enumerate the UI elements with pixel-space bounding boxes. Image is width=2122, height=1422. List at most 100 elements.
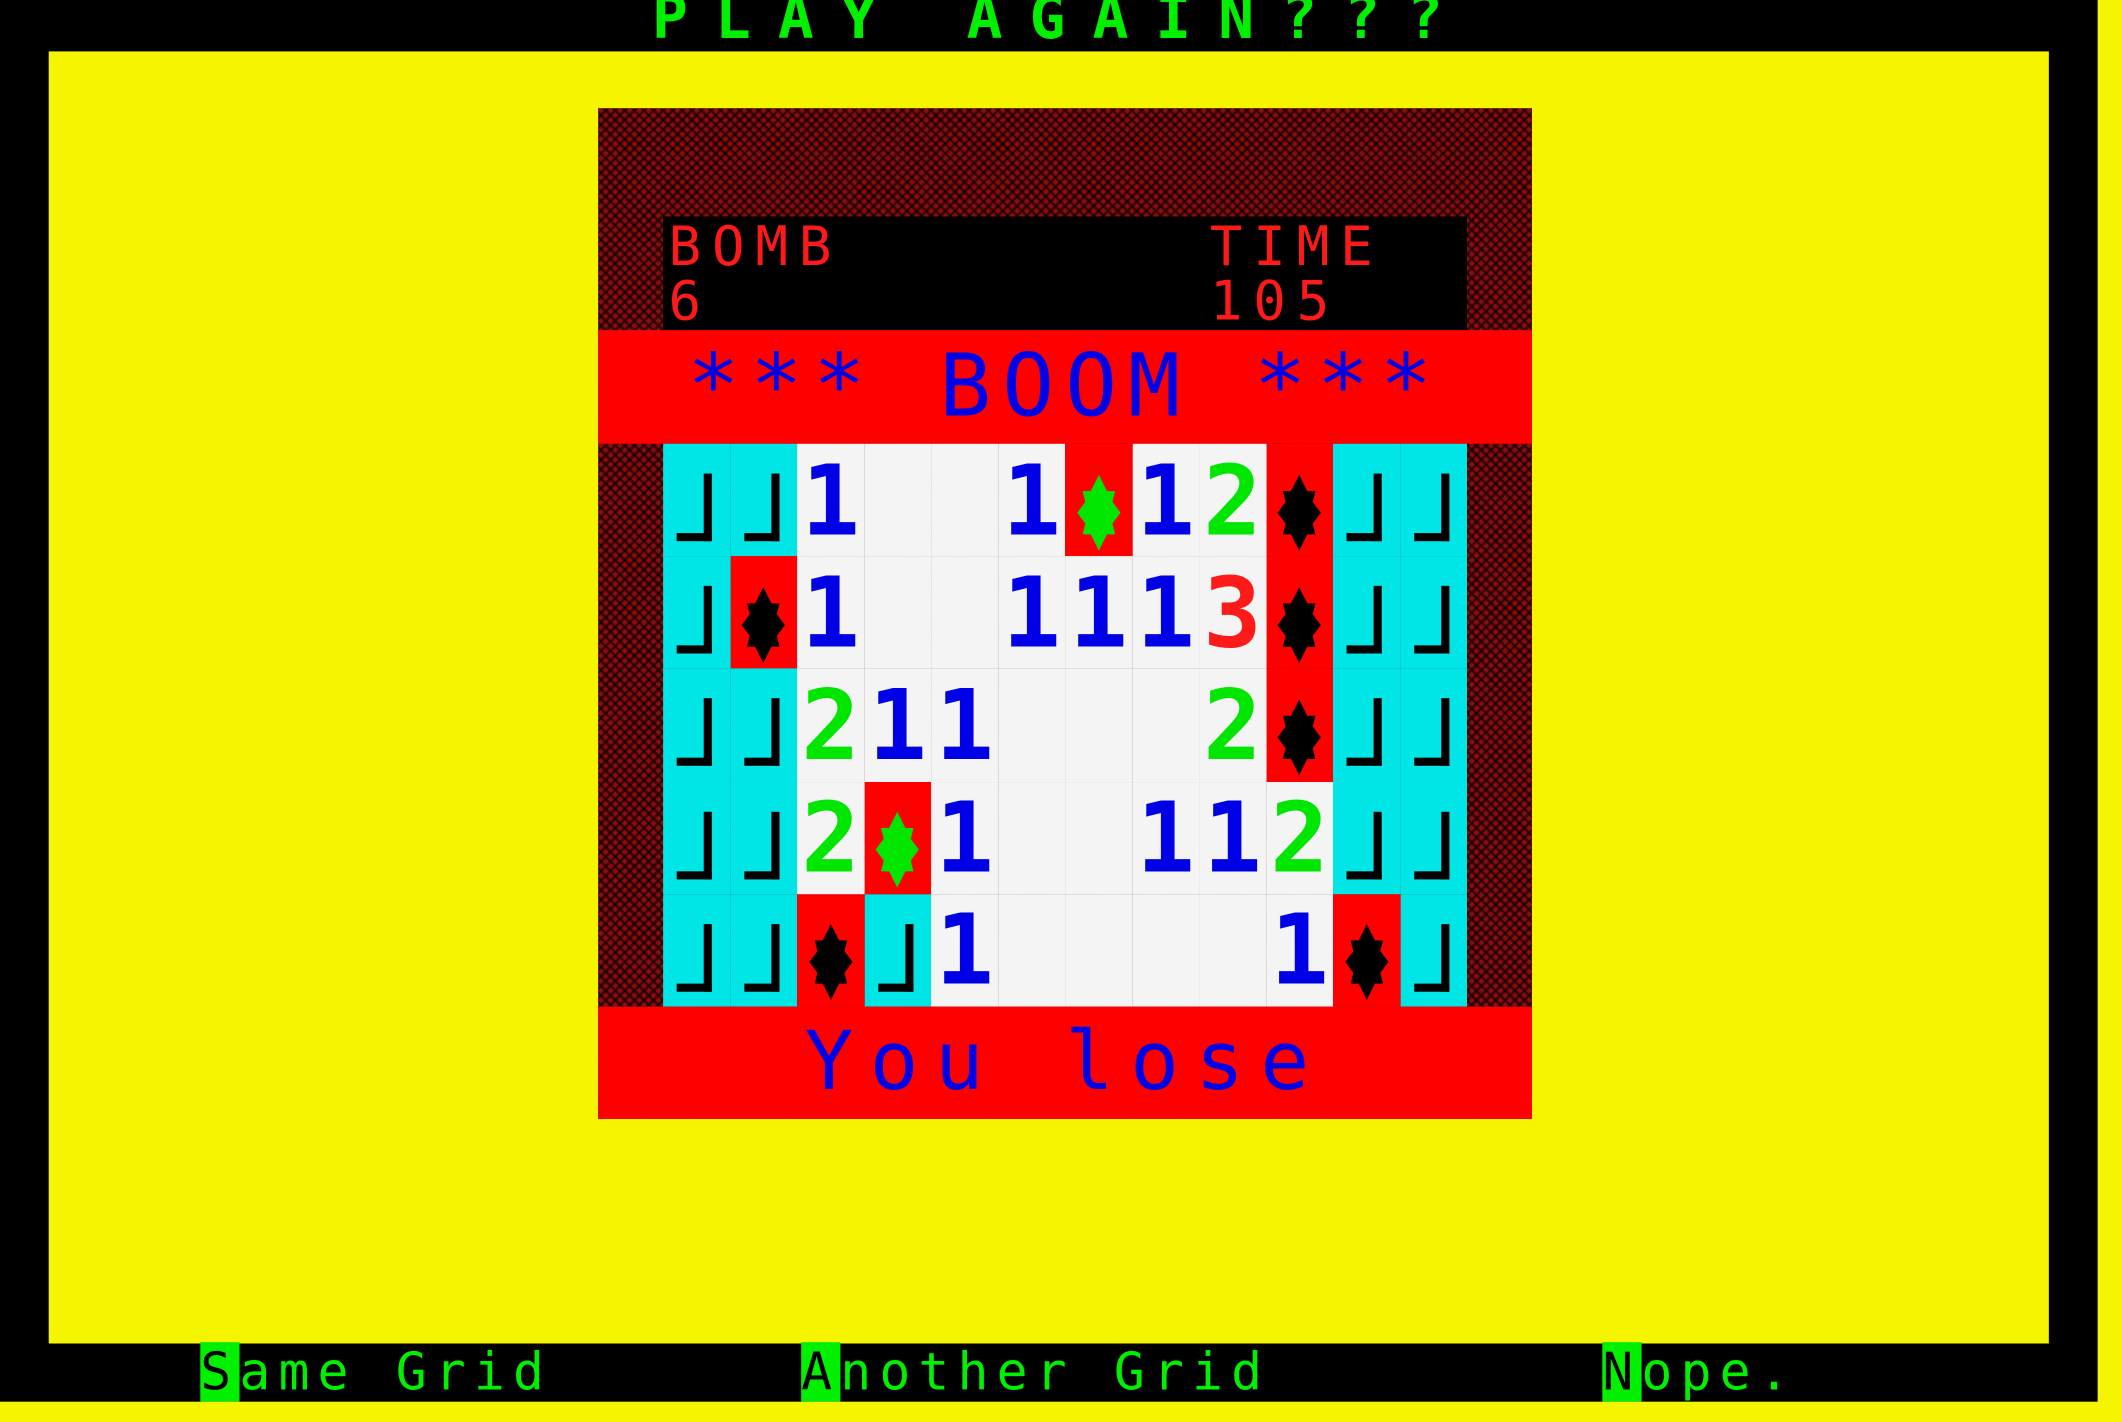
cell-number: 1 bbox=[935, 781, 994, 894]
hidden-cell[interactable] bbox=[730, 443, 798, 557]
revealed-cell[interactable]: 1 bbox=[998, 443, 1066, 557]
cell-number: 1 bbox=[935, 668, 994, 782]
hidden-cell[interactable] bbox=[730, 893, 798, 1007]
cell-number: 1 bbox=[801, 443, 860, 557]
revealed-cell[interactable] bbox=[998, 781, 1066, 894]
hidden-cell[interactable] bbox=[864, 893, 932, 1007]
revealed-cell[interactable] bbox=[1065, 781, 1133, 894]
another-grid-option[interactable]: Another Grid bbox=[801, 1342, 1271, 1402]
same-grid-hotkey: S bbox=[200, 1342, 240, 1402]
hidden-cell[interactable] bbox=[663, 556, 731, 669]
revealed-cell[interactable] bbox=[931, 556, 999, 669]
boom-banner: *** BOOM *** bbox=[598, 330, 1532, 444]
mine-cell[interactable] bbox=[1065, 443, 1133, 557]
cell-number: 1 bbox=[1002, 556, 1061, 669]
revealed-cell[interactable]: 1 bbox=[1132, 556, 1200, 669]
revealed-cell[interactable]: 1 bbox=[1132, 781, 1200, 894]
mine-icon bbox=[741, 573, 786, 663]
revealed-cell[interactable]: 1 bbox=[998, 556, 1066, 669]
hidden-cell[interactable] bbox=[663, 781, 731, 894]
revealed-cell[interactable]: 3 bbox=[1199, 556, 1267, 669]
play-again-title: PLAY AGAIN??? bbox=[652, 0, 1470, 53]
cell-number: 2 bbox=[1203, 668, 1262, 782]
revealed-cell[interactable]: 1 bbox=[1266, 893, 1334, 1007]
cell-number: 2 bbox=[801, 781, 860, 894]
revealed-cell[interactable] bbox=[998, 668, 1066, 782]
hidden-cell[interactable] bbox=[663, 668, 731, 782]
revealed-cell[interactable] bbox=[1132, 893, 1200, 1007]
mine-cell[interactable] bbox=[1333, 893, 1400, 1007]
hidden-cell[interactable] bbox=[1399, 668, 1467, 782]
hidden-cell[interactable] bbox=[1399, 556, 1467, 669]
cell-number: 2 bbox=[1203, 443, 1262, 557]
revealed-cell[interactable]: 1 bbox=[931, 781, 999, 894]
mine-cell[interactable] bbox=[864, 781, 932, 894]
another-grid-label: nother Grid bbox=[840, 1342, 1271, 1402]
cell-number: 1 bbox=[1136, 556, 1195, 669]
mine-grid: 11121111321122111211 bbox=[663, 443, 1467, 1007]
hidden-cell[interactable] bbox=[1333, 443, 1400, 557]
same-grid-option[interactable]: Same Grid bbox=[200, 1342, 552, 1402]
revealed-cell[interactable] bbox=[864, 556, 932, 669]
hidden-cell[interactable] bbox=[1333, 781, 1400, 894]
revealed-cell[interactable]: 1 bbox=[1065, 556, 1133, 669]
mine-cell[interactable] bbox=[730, 556, 798, 669]
bottom-edge-strip bbox=[0, 1401, 2122, 1422]
cell-number: 1 bbox=[801, 556, 860, 669]
nope-hotkey: N bbox=[1602, 1342, 1642, 1402]
revealed-cell[interactable] bbox=[864, 443, 932, 557]
hidden-cell[interactable] bbox=[1399, 893, 1467, 1007]
mine-cell[interactable] bbox=[1266, 668, 1334, 782]
right-edge-strip bbox=[2097, 0, 2122, 1422]
hidden-cell[interactable] bbox=[663, 443, 731, 557]
cell-number: 1 bbox=[1136, 781, 1195, 894]
revealed-cell[interactable]: 1 bbox=[931, 893, 999, 1007]
cell-number: 2 bbox=[1270, 781, 1329, 894]
revealed-cell[interactable] bbox=[1065, 668, 1133, 782]
cell-number: 1 bbox=[868, 668, 927, 782]
revealed-cell[interactable] bbox=[998, 893, 1066, 1007]
hidden-cell[interactable] bbox=[1399, 443, 1467, 557]
revealed-cell[interactable]: 1 bbox=[797, 443, 865, 557]
revealed-cell[interactable] bbox=[931, 443, 999, 557]
mine-icon bbox=[808, 911, 853, 1001]
hidden-cell[interactable] bbox=[1333, 556, 1400, 669]
revealed-cell[interactable] bbox=[1132, 668, 1200, 782]
mine-cell[interactable] bbox=[797, 893, 865, 1007]
mine-icon bbox=[1277, 461, 1322, 551]
cell-number: 1 bbox=[935, 893, 994, 1007]
revealed-cell[interactable]: 1 bbox=[864, 668, 932, 782]
revealed-cell[interactable]: 2 bbox=[1199, 443, 1267, 557]
cell-number: 3 bbox=[1203, 556, 1262, 669]
revealed-cell[interactable]: 2 bbox=[1266, 781, 1334, 894]
result-banner: You lose bbox=[598, 1006, 1532, 1119]
hidden-cell[interactable] bbox=[730, 668, 798, 782]
mine-cell[interactable] bbox=[1266, 556, 1334, 669]
cell-number: 1 bbox=[1136, 443, 1195, 557]
revealed-cell[interactable]: 1 bbox=[1132, 443, 1200, 557]
mine-icon bbox=[1277, 573, 1322, 663]
revealed-cell[interactable]: 2 bbox=[797, 668, 865, 782]
hidden-cell[interactable] bbox=[1333, 668, 1400, 782]
cell-number: 1 bbox=[1069, 556, 1128, 669]
minesweeper-board: BOMB 6 TIME 105 *** BOOM *** 11121111321… bbox=[598, 108, 1532, 1119]
mine-icon bbox=[1076, 461, 1121, 551]
revealed-cell[interactable]: 2 bbox=[1199, 668, 1267, 782]
revealed-cell[interactable]: 1 bbox=[931, 668, 999, 782]
revealed-cell[interactable]: 1 bbox=[797, 556, 865, 669]
hidden-cell[interactable] bbox=[730, 781, 798, 894]
time-label: TIME bbox=[1209, 216, 1384, 279]
another-grid-hotkey: A bbox=[801, 1342, 841, 1402]
time-value: 105 bbox=[1209, 270, 1341, 333]
revealed-cell[interactable]: 2 bbox=[797, 781, 865, 894]
mine-cell[interactable] bbox=[1266, 443, 1334, 557]
cell-number: 1 bbox=[1270, 893, 1329, 1007]
revealed-cell[interactable]: 1 bbox=[1199, 781, 1267, 894]
cell-number: 1 bbox=[1203, 781, 1262, 894]
revealed-cell[interactable] bbox=[1065, 893, 1133, 1007]
cell-number: 2 bbox=[801, 668, 860, 782]
revealed-cell[interactable] bbox=[1199, 893, 1267, 1007]
hidden-cell[interactable] bbox=[663, 893, 731, 1007]
hidden-cell[interactable] bbox=[1399, 781, 1467, 894]
nope-option[interactable]: Nope. bbox=[1602, 1342, 1797, 1402]
